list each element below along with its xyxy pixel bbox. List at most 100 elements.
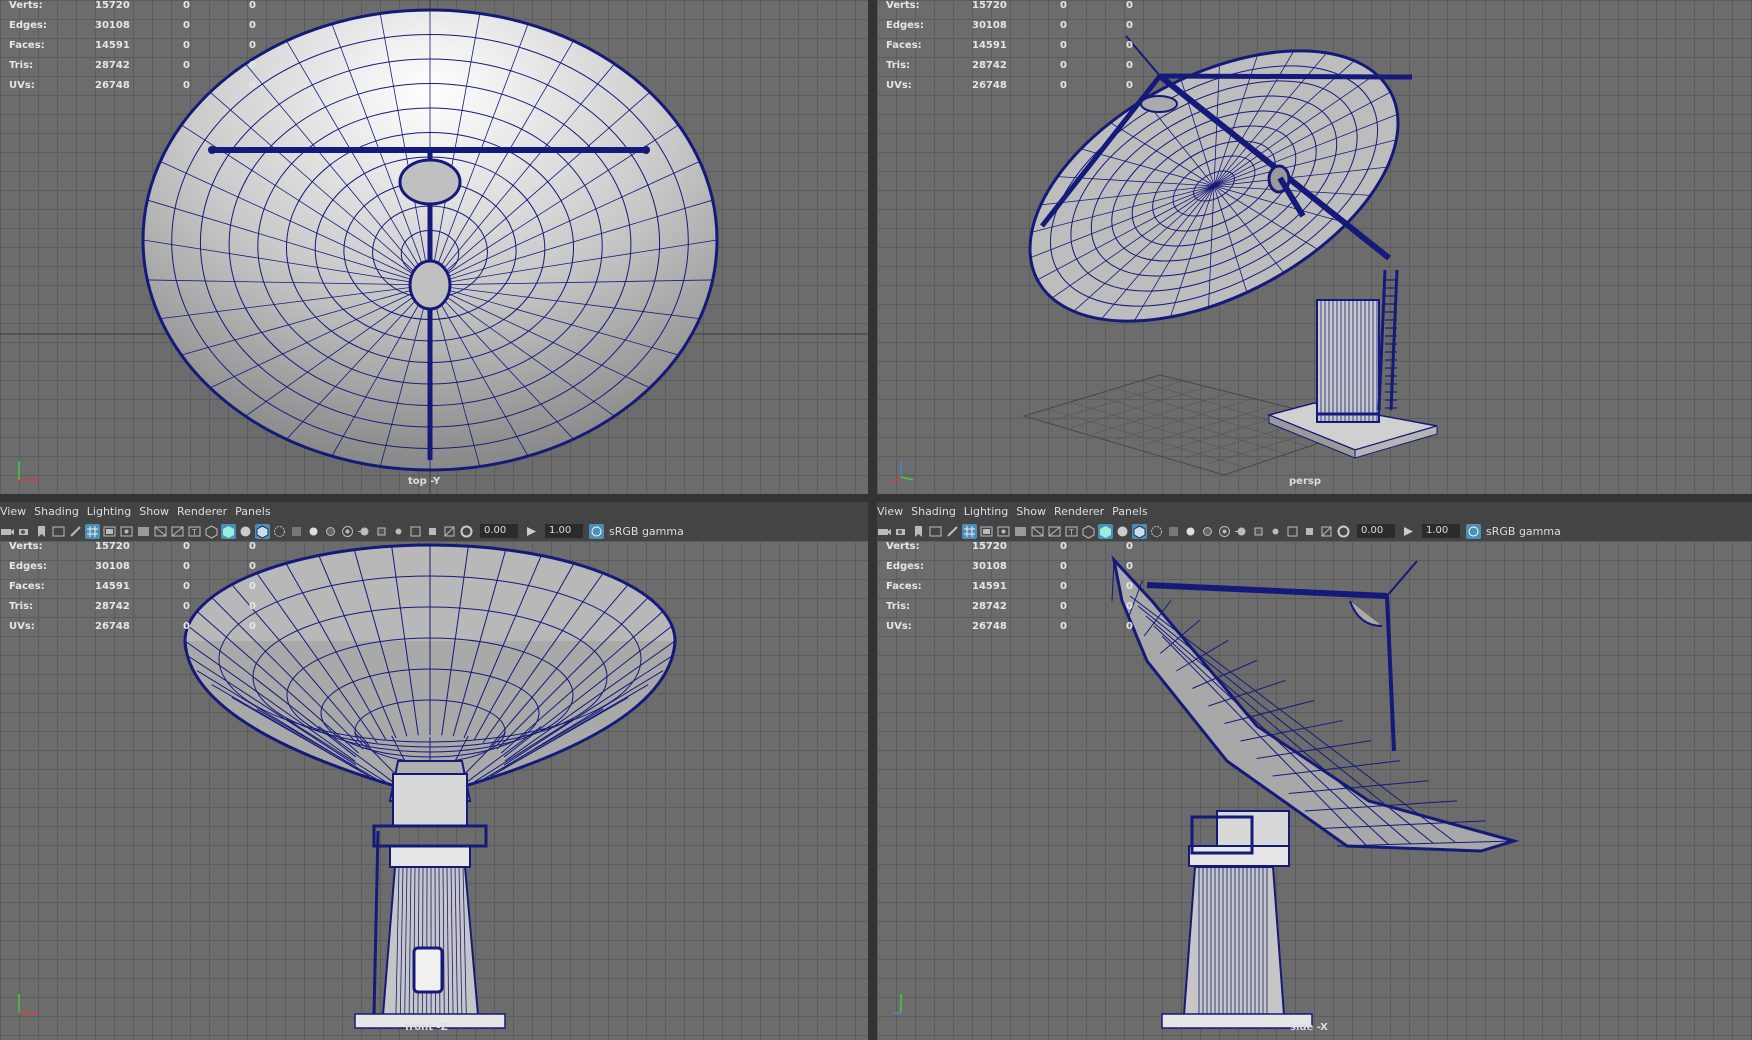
viewport-top[interactable]: Verts: 15720 0 0 Edges: 30108 0 0 Faces: 14591 0 0 T… [0, 0, 868, 494]
camera-frame-icon[interactable] [1285, 524, 1300, 539]
camera-attributes-icon[interactable] [17, 524, 32, 539]
gamma-icon[interactable] [1401, 524, 1416, 539]
grease-pencil-icon[interactable] [68, 524, 83, 539]
ui-toggle-icon[interactable] [442, 524, 457, 539]
frame-selected-icon[interactable] [1302, 524, 1317, 539]
grid-toggle-icon[interactable] [962, 523, 977, 539]
motion-blur-icon[interactable] [1234, 524, 1249, 539]
view-transform-icon[interactable] [589, 523, 604, 539]
menu-renderer[interactable]: Renderer [1054, 503, 1108, 521]
use-all-lights-icon[interactable] [306, 524, 321, 539]
pane-splitter-vertical[interactable] [868, 0, 877, 1040]
field-chart-icon[interactable] [1030, 524, 1045, 539]
stat-label: Tris: [886, 60, 911, 71]
ui-toggle-icon[interactable] [1319, 524, 1334, 539]
wireframe-icon[interactable] [1081, 524, 1096, 539]
xray-joints-icon[interactable] [1268, 524, 1283, 539]
stat-value: 0 [249, 621, 256, 632]
view-transform-icon[interactable] [1466, 523, 1481, 539]
gamma-field[interactable]: 1.00 [1422, 524, 1460, 538]
menu-lighting[interactable]: Lighting [964, 503, 1012, 521]
viewport-side[interactable]: Verts: 15720 0 0 Edges: 30108 0 0 Faces: 14591 0 0 T… [877, 541, 1752, 1040]
stat-value: 30108 [95, 20, 130, 31]
menu-shading[interactable]: Shading [34, 503, 83, 521]
menu-view[interactable]: View [877, 503, 907, 521]
menu-view[interactable]: View [0, 503, 30, 521]
resolution-gate-icon[interactable] [996, 524, 1011, 539]
gamma-field[interactable]: 1.00 [545, 524, 583, 538]
field-chart-icon[interactable] [153, 524, 168, 539]
camera-attributes-icon[interactable] [894, 524, 909, 539]
image-plane-icon[interactable] [51, 524, 66, 539]
stat-value: 0 [183, 621, 190, 632]
bookmark-icon[interactable] [34, 524, 49, 539]
stat-value: 0 [1060, 561, 1067, 572]
camera-frame-icon[interactable] [408, 524, 423, 539]
color-management-label[interactable]: sRGB gamma [609, 525, 684, 538]
textured-icon[interactable] [1166, 524, 1181, 539]
smooth-shade-icon[interactable] [1098, 523, 1113, 539]
image-plane-icon[interactable] [928, 524, 943, 539]
menu-panels[interactable]: Panels [235, 503, 274, 521]
stat-value: 0 [1060, 60, 1067, 71]
film-gate-icon[interactable] [979, 524, 994, 539]
viewport-persp[interactable]: Verts: 15720 0 0 Edges: 30108 0 0 Faces: 14591 0 0 T… [877, 0, 1752, 494]
screen-space-ao-icon[interactable] [1217, 524, 1232, 539]
menu-renderer[interactable]: Renderer [177, 503, 231, 521]
menu-show[interactable]: Show [139, 503, 173, 521]
grease-pencil-icon[interactable] [945, 524, 960, 539]
pane-splitter-horizontal[interactable] [0, 494, 1752, 502]
wireframe-icon[interactable] [204, 524, 219, 539]
stat-value: 14591 [95, 581, 130, 592]
stat-value: 0 [1126, 561, 1133, 572]
wireframe-on-shaded-icon[interactable] [1132, 523, 1147, 539]
grid-toggle-icon[interactable] [85, 523, 100, 539]
menu-panels[interactable]: Panels [1112, 503, 1151, 521]
screen-space-ao-icon[interactable] [340, 524, 355, 539]
gate-mask-icon[interactable] [1013, 524, 1028, 539]
stat-value: 0 [183, 601, 190, 612]
stat-value: 0 [1060, 20, 1067, 31]
exposure-icon[interactable] [459, 524, 474, 539]
stat-value: 14591 [972, 581, 1007, 592]
use-all-lights-icon[interactable] [1183, 524, 1198, 539]
safe-title-icon[interactable]: T [187, 524, 202, 539]
frame-selected-icon[interactable] [425, 524, 440, 539]
safe-action-icon[interactable] [170, 524, 185, 539]
viewport-front[interactable]: Verts: 15720 0 0 Edges: 30108 0 0 Faces: 14591 0 0 T… [0, 541, 868, 1040]
xray-icon[interactable] [1149, 524, 1164, 539]
menu-lighting[interactable]: Lighting [87, 503, 135, 521]
stat-label: Edges: [9, 561, 47, 572]
xray-joints-icon[interactable] [391, 524, 406, 539]
gate-mask-icon[interactable] [136, 524, 151, 539]
resolution-gate-icon[interactable] [119, 524, 134, 539]
color-management-label[interactable]: sRGB gamma [1486, 525, 1561, 538]
exposure-icon[interactable] [1336, 524, 1351, 539]
camera-select-icon[interactable] [0, 524, 15, 539]
default-material-icon[interactable] [1115, 524, 1130, 539]
isolate-select-icon[interactable] [1251, 524, 1266, 539]
exposure-field[interactable]: 0.00 [1357, 524, 1395, 538]
camera-select-icon[interactable] [877, 524, 892, 539]
camera-label: top -Y [408, 476, 441, 487]
motion-blur-icon[interactable] [357, 524, 372, 539]
smooth-shade-icon[interactable] [221, 523, 236, 539]
bookmark-icon[interactable] [911, 524, 926, 539]
wireframe-on-shaded-icon[interactable] [255, 523, 270, 539]
safe-title-icon[interactable]: T [1064, 524, 1079, 539]
menu-show[interactable]: Show [1016, 503, 1050, 521]
exposure-field[interactable]: 0.00 [480, 524, 518, 538]
shadows-icon[interactable] [1200, 524, 1215, 539]
textured-icon[interactable] [289, 524, 304, 539]
stat-value: 0 [249, 40, 256, 51]
default-material-icon[interactable] [238, 524, 253, 539]
gamma-icon[interactable] [524, 524, 539, 539]
film-gate-icon[interactable] [102, 524, 117, 539]
shadows-icon[interactable] [323, 524, 338, 539]
stat-value: 0 [1060, 0, 1067, 11]
menu-shading[interactable]: Shading [911, 503, 960, 521]
xray-icon[interactable] [272, 524, 287, 539]
isolate-select-icon[interactable] [374, 524, 389, 539]
safe-action-icon[interactable] [1047, 524, 1062, 539]
stat-value: 28742 [972, 60, 1007, 71]
